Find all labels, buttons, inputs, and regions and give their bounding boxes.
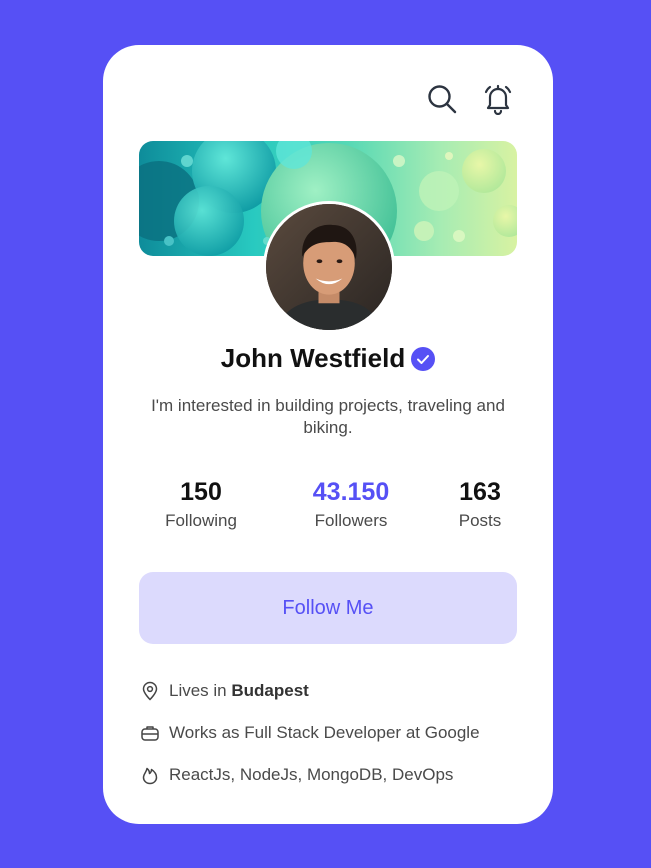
search-button[interactable] xyxy=(425,82,459,116)
skills-text: ReactJs, NodeJs, MongoDB, DevOps xyxy=(169,765,454,784)
profile-name: John Westfield xyxy=(220,343,406,373)
bell-icon xyxy=(484,84,512,115)
verified-badge-icon xyxy=(411,346,436,371)
flame-icon xyxy=(142,767,158,785)
stats-row: 150 Following 43.150 Followers 163 Posts xyxy=(139,477,517,531)
location-text: Lives in Budapest xyxy=(169,681,309,701)
stat-label: Posts xyxy=(458,511,502,530)
info-skills: ReactJs, NodeJs, MongoDB, DevOps xyxy=(140,763,480,787)
stat-value: 150 xyxy=(180,478,222,506)
header-actions xyxy=(425,82,515,116)
avatar[interactable] xyxy=(263,201,395,333)
profile-bio: I'm interested in building projects, tra… xyxy=(151,396,505,437)
briefcase-icon xyxy=(141,726,159,741)
stat-label: Following xyxy=(165,511,237,530)
notifications-button[interactable] xyxy=(481,82,515,116)
profile-info: Lives in Budapest Works as Full Stack De… xyxy=(140,679,480,805)
location-prefix: Lives in xyxy=(169,681,232,700)
follow-button[interactable]: Follow Me xyxy=(139,572,517,644)
stat-following[interactable]: 150 Following xyxy=(136,477,266,531)
stat-followers[interactable]: 43.150 Followers xyxy=(286,477,416,531)
info-location: Lives in Budapest xyxy=(140,679,480,703)
stat-value: 43.150 xyxy=(312,478,390,506)
stat-posts[interactable]: 163 Posts xyxy=(430,477,530,531)
info-work: Works as Full Stack Developer at Google xyxy=(140,721,480,745)
profile-card: John Westfield I'm interested in buildin… xyxy=(103,45,553,824)
work-text: Works as Full Stack Developer at Google xyxy=(169,723,480,742)
stat-label: Followers xyxy=(314,511,388,530)
stat-value: 163 xyxy=(459,478,501,506)
search-icon xyxy=(428,85,457,114)
location-city: Budapest xyxy=(231,681,309,700)
location-pin-icon xyxy=(142,681,158,701)
name-row: John Westfield xyxy=(103,343,553,374)
